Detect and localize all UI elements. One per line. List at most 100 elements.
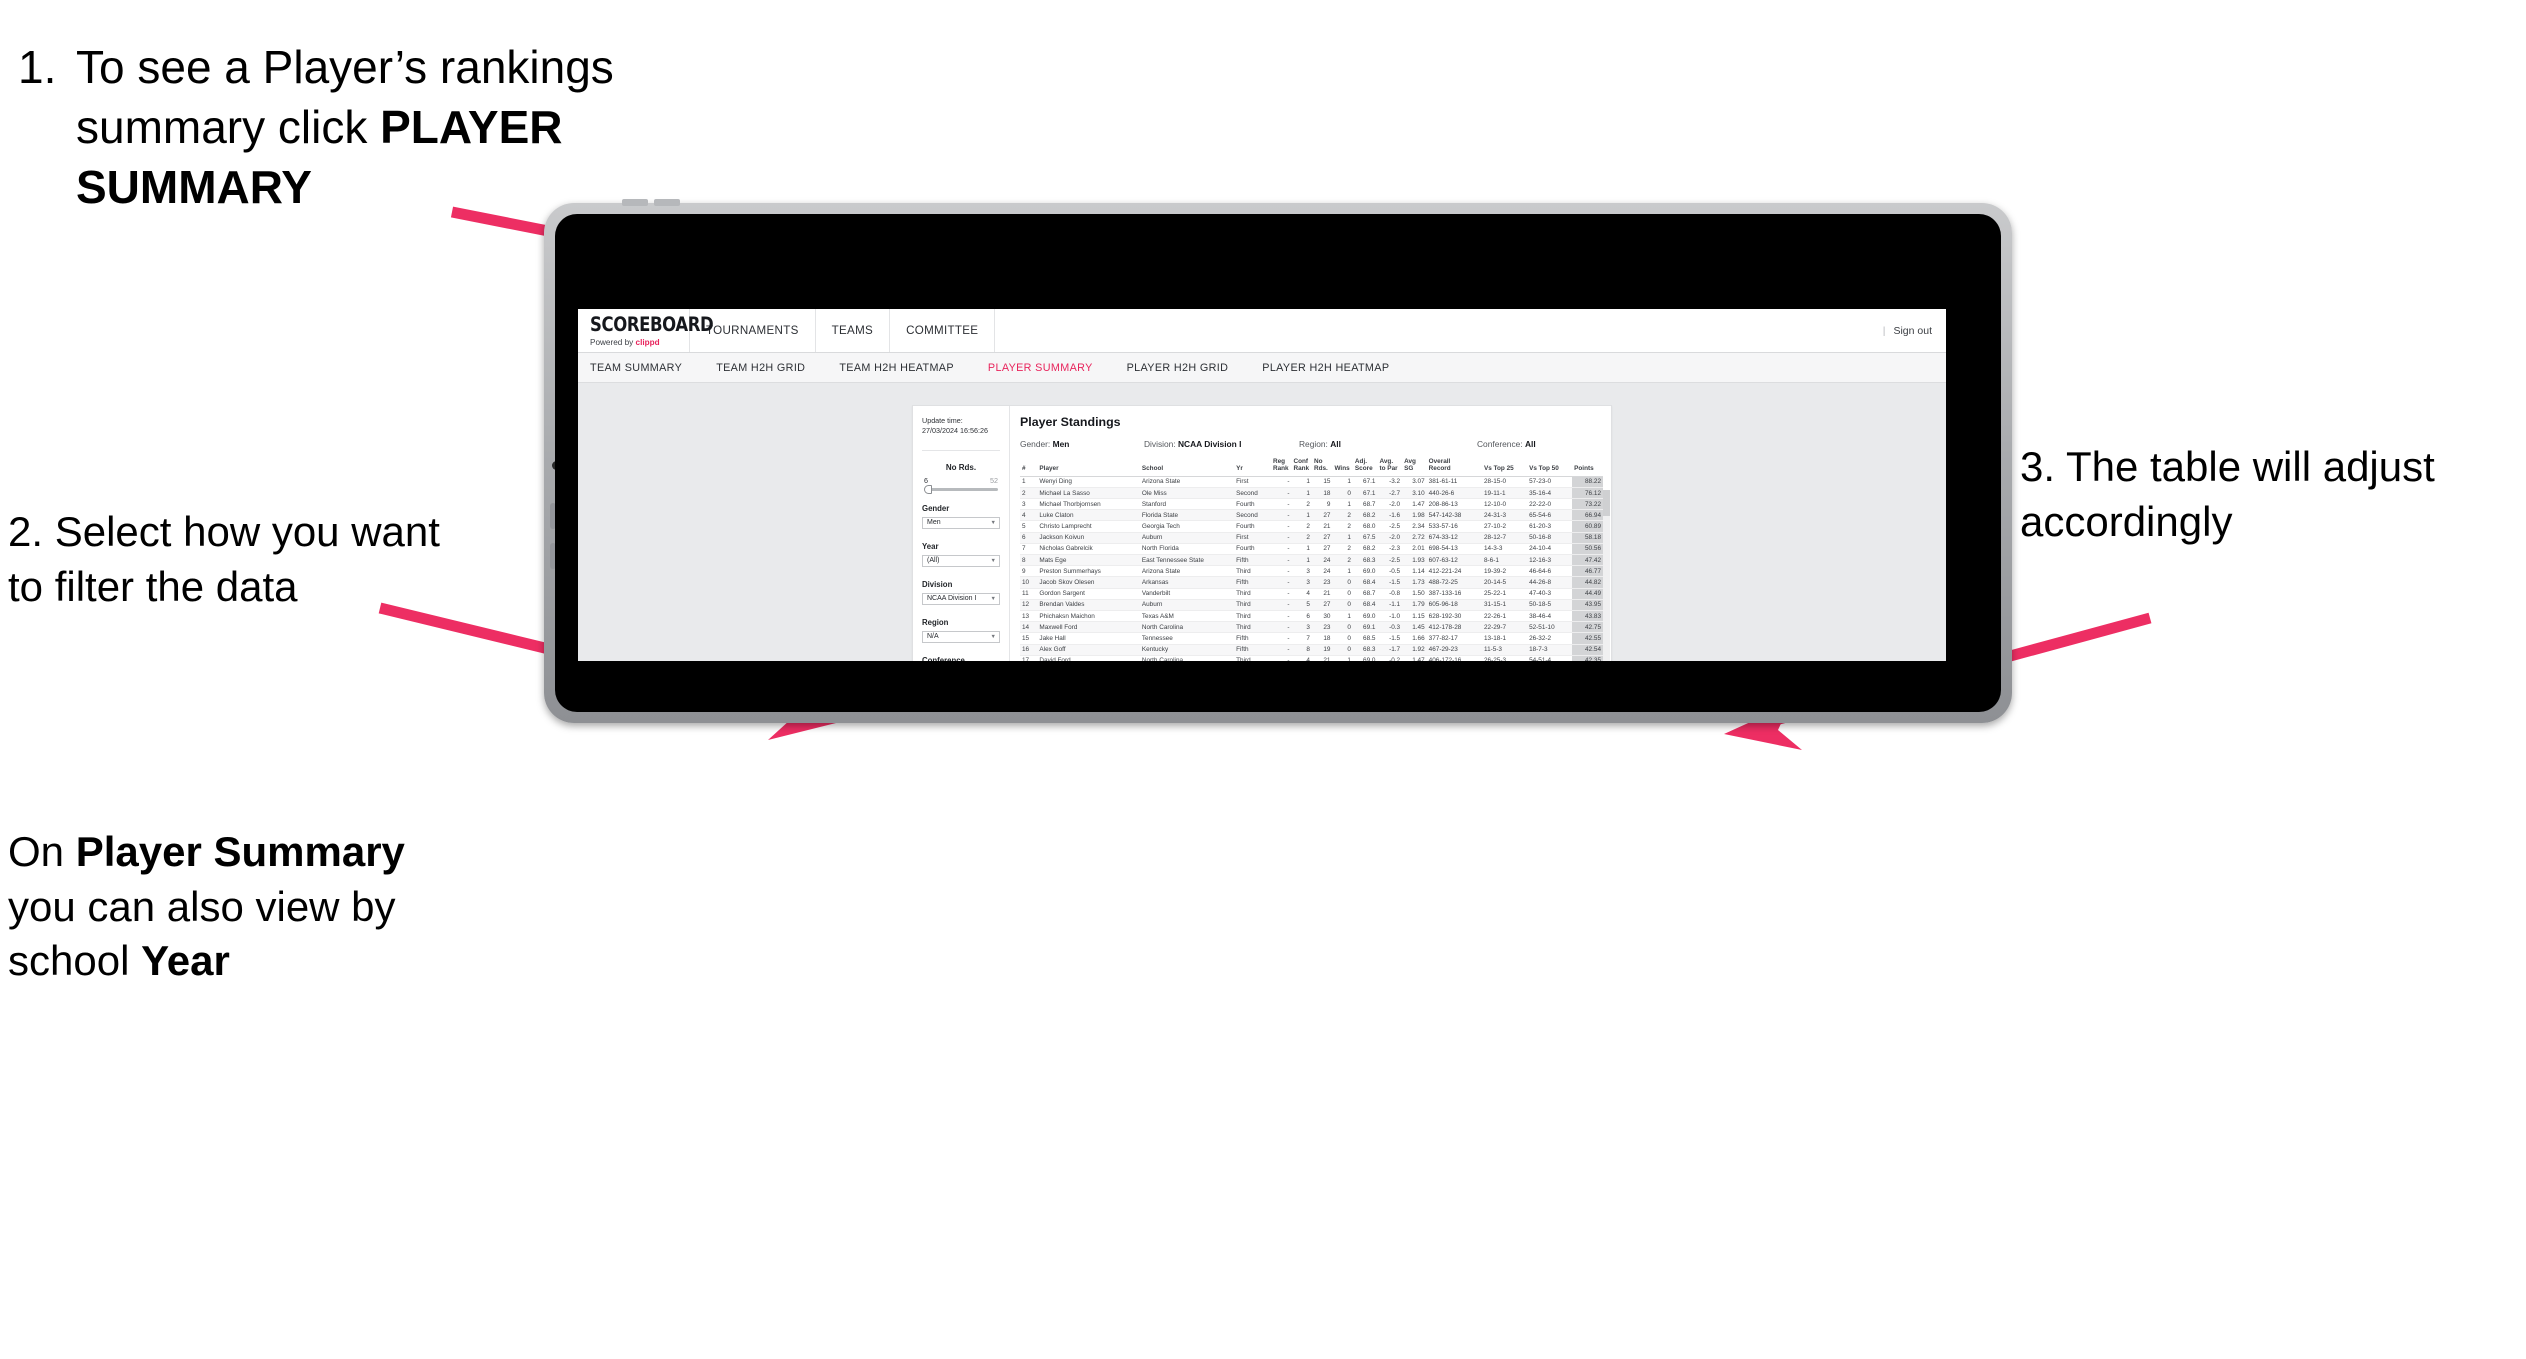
column-header-overall-record[interactable]: Overall Record	[1426, 458, 1482, 477]
annotation-step-2-text: 2. Select how you want to filter the dat…	[8, 508, 440, 610]
cell-vs-top-50: 12-16-3	[1527, 554, 1573, 567]
cell-reg-rank: -	[1270, 599, 1292, 611]
filter-gender-select[interactable]: Men ▼	[922, 516, 1000, 529]
sub-nav-team-h2h-grid[interactable]: TEAM H2H GRID	[716, 362, 823, 374]
cell-: 2	[1020, 487, 1038, 500]
summary-division-label: Division:	[1144, 439, 1178, 449]
cell-vs-top-50: 18-7-3	[1527, 644, 1573, 656]
table-row[interactable]: 14 Maxwell Ford North Carolina Third -3 23 0 69…	[1020, 621, 1603, 634]
table-row[interactable]: 4 Luke Claton Florida State Second -1 27 2 68.2…	[1020, 509, 1603, 522]
table-row[interactable]: 17 David Ford North Carolina Third -4 21 1 69.0…	[1020, 655, 1603, 661]
cell-: 7	[1020, 543, 1038, 556]
column-header-vs-top-25[interactable]: Vs Top 25	[1481, 458, 1528, 477]
cell-overall-record: 467-29-23	[1426, 644, 1482, 656]
column-header-school[interactable]: School	[1139, 458, 1235, 477]
top-nav-committee[interactable]: COMMITTEE	[890, 309, 996, 352]
top-nav-teams[interactable]: TEAMS	[816, 309, 891, 352]
cell-player: Michael Thorbjornsen	[1037, 498, 1140, 511]
column-header-yr[interactable]: Yr	[1234, 458, 1271, 477]
sub-nav-player-h2h-heatmap[interactable]: PLAYER H2H HEATMAP	[1262, 362, 1407, 374]
cell-no-rds: 30	[1311, 610, 1333, 623]
sign-out-link[interactable]: Sign out	[1893, 325, 1932, 337]
sub-nav-player-h2h-grid[interactable]: PLAYER H2H GRID	[1127, 362, 1247, 374]
cell-avg-to-par: -0.5	[1377, 565, 1403, 578]
filter-division-select[interactable]: NCAA Division I ▼	[922, 592, 1000, 605]
cell-points: 44.49	[1572, 588, 1603, 600]
column-header-wins[interactable]: Wins	[1332, 458, 1353, 477]
table-row[interactable]: 10 Jacob Skov Olesen Arkansas Fifth -3 23 0 68.…	[1020, 576, 1603, 589]
cell-vs-top-50: 54-51-4	[1527, 655, 1573, 661]
table-row[interactable]: 8 Mats Ege East Tennessee State Fifth -1 24 2 6…	[1020, 554, 1603, 567]
cell-reg-rank: -	[1270, 588, 1292, 600]
cell-vs-top-50: 26-32-2	[1527, 632, 1573, 645]
standings-panel: Player Standings Gender: Men Division: N…	[1010, 406, 1611, 661]
scoreboard-app: SCOREBOARD Powered by clippd TOURNAMENTS…	[578, 309, 1946, 661]
cell-no-rds: 24	[1311, 554, 1333, 567]
table-row[interactable]: 6 Jackson Koivun Auburn First -2 27 1 67.5 -2.0 2…	[1020, 532, 1603, 544]
cell-player: Jackson Koivun	[1037, 532, 1140, 544]
cell-vs-top-25: 14-3-3	[1481, 543, 1528, 556]
table-row[interactable]: 11 Gordon Sargent Vanderbilt Third -4 21 0 68.7…	[1020, 588, 1603, 600]
app-logo[interactable]: SCOREBOARD Powered by clippd	[578, 309, 714, 352]
column-header-points[interactable]: Points	[1572, 458, 1603, 477]
sub-nav-player-summary[interactable]: PLAYER SUMMARY	[988, 362, 1111, 374]
cell-school: Texas A&M	[1139, 610, 1235, 623]
column-header-player[interactable]: Player	[1037, 458, 1140, 477]
table-scrollbar[interactable]	[1603, 490, 1610, 661]
cell-wins: 2	[1332, 554, 1353, 567]
cell-wins: 1	[1332, 610, 1353, 623]
cell-yr: Second	[1234, 487, 1271, 500]
cell-avg-to-par: -1.0	[1377, 610, 1403, 623]
cell-overall-record: 488-72-25	[1426, 576, 1482, 589]
column-header-avg-sg[interactable]: Avg SG	[1402, 458, 1427, 477]
cell-avg-sg: 2.34	[1402, 520, 1427, 533]
column-header-[interactable]: #	[1020, 458, 1038, 477]
column-header-reg-rank[interactable]: Reg Rank	[1270, 458, 1292, 477]
cell-no-rds: 9	[1311, 498, 1333, 511]
cell-avg-sg: 2.01	[1402, 543, 1427, 556]
cell-adj-score: 68.0	[1352, 520, 1378, 533]
cell-overall-record: 412-178-28	[1426, 621, 1482, 634]
cell-vs-top-25: 22-26-1	[1481, 610, 1528, 623]
cell-yr: Fifth	[1234, 644, 1271, 656]
sub-nav-team-summary[interactable]: TEAM SUMMARY	[590, 362, 700, 374]
column-header-adj-score[interactable]: Adj. Score	[1352, 458, 1378, 477]
table-row[interactable]: 1 Wenyi Ding Arizona State First -1 15 1 67.1 -3…	[1020, 476, 1603, 488]
table-row[interactable]: 12 Brendan Valdes Auburn Third -5 27 0 68.4 -1.1…	[1020, 599, 1603, 611]
slider-track[interactable]	[924, 484, 998, 494]
cell-school: Arizona State	[1139, 476, 1235, 488]
cell-overall-record: 406-172-16	[1426, 655, 1482, 661]
column-header-conf-rank[interactable]: Conf Rank	[1291, 458, 1312, 477]
filter-year-select[interactable]: (All) ▼	[922, 554, 1000, 567]
cell-points: 47.42	[1572, 554, 1603, 567]
column-header-avg-to-par[interactable]: Avg. to Par	[1377, 458, 1403, 477]
cell-yr: Third	[1234, 655, 1271, 661]
cell-avg-sg: 1.98	[1402, 509, 1427, 522]
filter-year: Year (All) ▼	[922, 542, 1000, 567]
table-row[interactable]: 9 Preston Summerhays Arizona State Third -3 2…	[1020, 565, 1603, 578]
table-row[interactable]: 5 Christo Lamprecht Georgia Tech Fourth -2 21…	[1020, 520, 1603, 533]
table-row[interactable]: 15 Jake Hall Tennessee Fifth -7 18 0 68.5 -1.5 1.…	[1020, 632, 1603, 645]
table-row[interactable]: 3 Michael Thorbjornsen Stanford Fourth -2 9 1 6…	[1020, 498, 1603, 511]
column-header-no-rds[interactable]: No Rds.	[1311, 458, 1333, 477]
cell-adj-score: 68.2	[1352, 543, 1378, 556]
table-row[interactable]: 16 Alex Goff Kentucky Fifth -8 19 0 68.3 -1.7 1.9…	[1020, 644, 1603, 656]
sub-nav-team-h2h-heatmap[interactable]: TEAM H2H HEATMAP	[839, 362, 972, 374]
table-scrollbar-thumb[interactable]	[1603, 490, 1610, 516]
table-row[interactable]: 7 Nicholas Gabrelcik North Florida Fourth -1…	[1020, 543, 1603, 556]
slider-handle[interactable]	[924, 484, 932, 494]
column-header-vs-top-50[interactable]: Vs Top 50	[1527, 458, 1573, 477]
cell-: 6	[1020, 532, 1038, 544]
table-row[interactable]: 2 Michael La Sasso Ole Miss Second -1 18 0 67.1…	[1020, 487, 1603, 500]
annotation-step-1: 1. To see a Player’s rankings summary cl…	[18, 38, 808, 217]
cell-no-rds: 27	[1311, 532, 1333, 544]
filter-no-rounds: No Rds. 6 52	[922, 462, 1000, 494]
table-row[interactable]: 13 Phichaksn Maichon Texas A&M Third -6 30 1 69…	[1020, 610, 1603, 623]
summary-gender: Gender: Men	[1020, 439, 1144, 449]
standings-header-row: # Player School Yr Reg Rank Conf Rank No Rds. Wins…	[1020, 458, 1603, 477]
filter-no-rounds-label: No Rds.	[945, 462, 977, 472]
cell-adj-score: 68.7	[1352, 498, 1378, 511]
filter-region-select[interactable]: N/A ▼	[922, 630, 1000, 643]
cell-wins: 1	[1332, 655, 1353, 661]
cell-adj-score: 68.7	[1352, 588, 1378, 600]
